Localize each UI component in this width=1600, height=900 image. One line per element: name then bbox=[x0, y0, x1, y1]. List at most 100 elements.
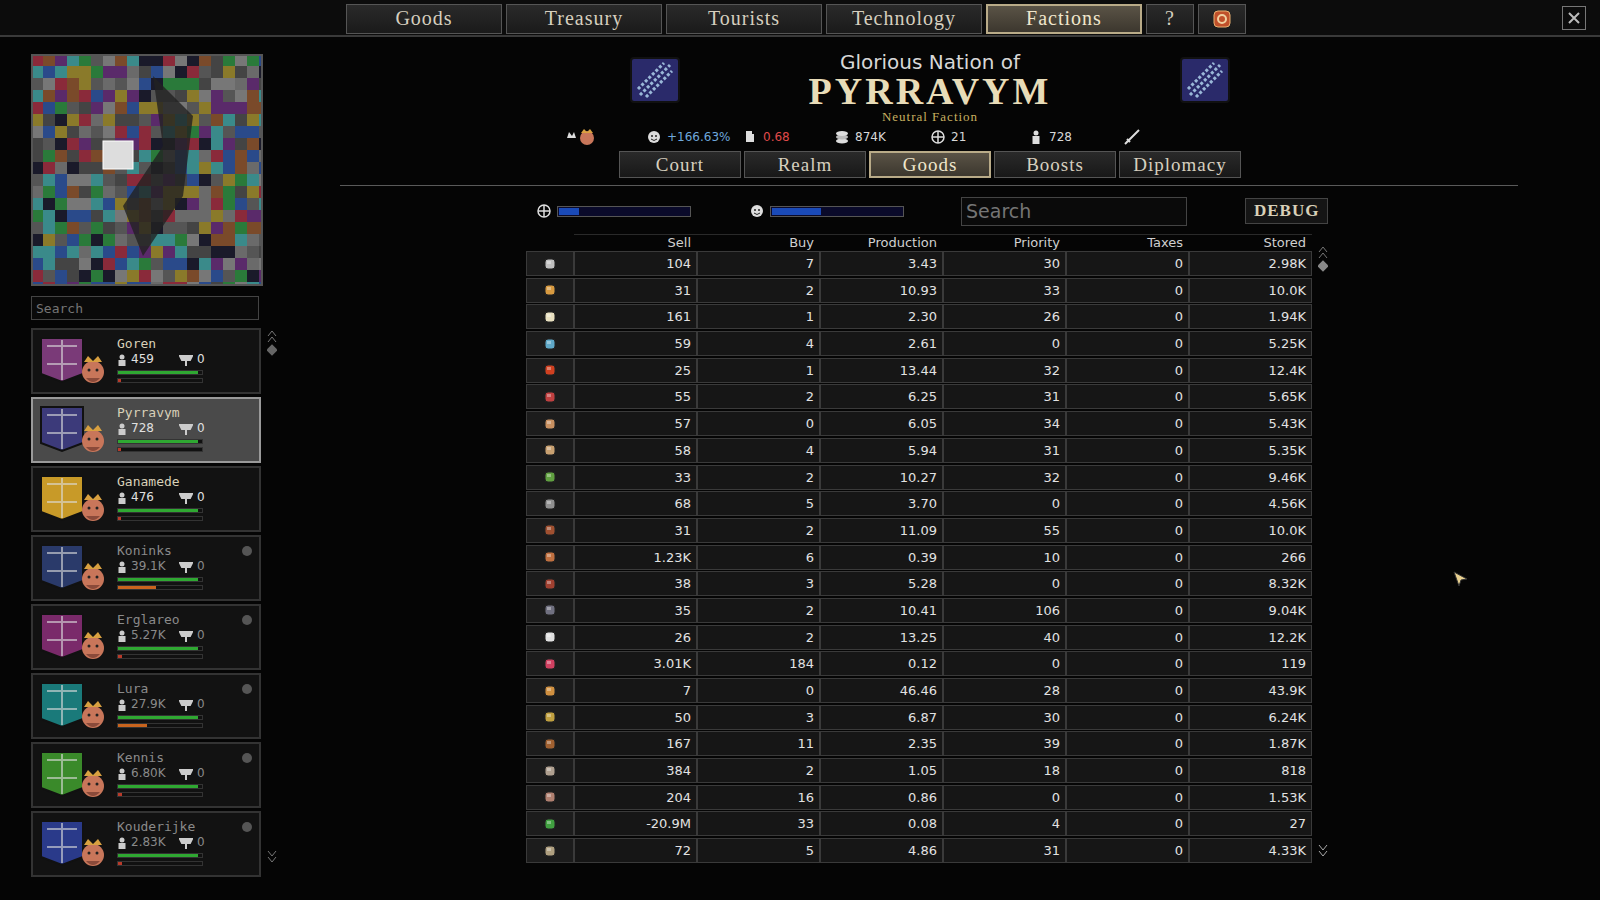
debug-label[interactable]: DEBUG bbox=[1254, 201, 1319, 221]
tab-label[interactable]: Tourists bbox=[708, 7, 780, 30]
column-header[interactable]: Taxes bbox=[1066, 234, 1189, 249]
table-row[interactable]: 5036.873006.24K bbox=[526, 705, 1312, 730]
count: 0 bbox=[197, 766, 205, 781]
table-row[interactable]: 6853.70004.56K bbox=[526, 491, 1312, 516]
flag-icon bbox=[179, 699, 193, 711]
sub-tab-label[interactable]: Court bbox=[656, 154, 704, 176]
good-cell bbox=[526, 625, 574, 650]
table-cell: 10.0K bbox=[1189, 278, 1312, 303]
table-cell: 2 bbox=[697, 758, 820, 783]
threat-bar bbox=[117, 516, 203, 521]
cell-value: 2 bbox=[806, 523, 814, 538]
table-row[interactable]: 35210.4110609.04K bbox=[526, 598, 1312, 623]
table-row[interactable]: 31211.0955010.0K bbox=[526, 518, 1312, 543]
table-row[interactable]: 204160.86001.53K bbox=[526, 785, 1312, 810]
cell-value: 0 bbox=[1175, 523, 1183, 538]
good-icon bbox=[542, 629, 558, 645]
good-cell bbox=[526, 465, 574, 490]
cell-value: 7 bbox=[806, 256, 814, 271]
top-tab[interactable]: ? bbox=[1146, 4, 1194, 34]
table-scrollbar[interactable] bbox=[1318, 244, 1328, 858]
table-row[interactable]: 5706.053405.43K bbox=[526, 411, 1312, 436]
list-scrollbar[interactable] bbox=[267, 328, 277, 864]
table-row[interactable]: 25113.4432012.4K bbox=[526, 358, 1312, 383]
goods-search[interactable] bbox=[961, 197, 1187, 226]
sub-tab[interactable]: Boosts bbox=[994, 151, 1116, 178]
table-cell: 32 bbox=[943, 358, 1066, 383]
sub-tab[interactable]: Goods bbox=[869, 151, 991, 178]
table-cell: 12.4K bbox=[1189, 358, 1312, 383]
sub-tab-label[interactable]: Realm bbox=[778, 154, 833, 176]
table-row[interactable]: 3.01K1840.1200119 bbox=[526, 651, 1312, 676]
tab-label[interactable]: Technology bbox=[852, 7, 956, 30]
faction-banner-icon bbox=[1180, 57, 1230, 105]
table-row[interactable]: 31210.9333010.0K bbox=[526, 278, 1312, 303]
table-row[interactable]: -20.9M330.084027 bbox=[526, 811, 1312, 836]
table-cell: 33 bbox=[697, 811, 820, 836]
column-header[interactable]: Production bbox=[820, 234, 943, 249]
table-row[interactable]: 167112.353901.87K bbox=[526, 731, 1312, 756]
banner-icon bbox=[39, 612, 85, 660]
close-button[interactable] bbox=[1562, 6, 1586, 30]
sub-tab-label[interactable]: Boosts bbox=[1026, 154, 1084, 176]
top-tab[interactable]: Tourists bbox=[666, 4, 822, 34]
count: 0 bbox=[197, 352, 205, 367]
top-tab[interactable]: Treasury bbox=[506, 4, 662, 34]
emblem-button[interactable] bbox=[1198, 4, 1246, 34]
loyalty-fill bbox=[118, 854, 198, 857]
table-cell: 32 bbox=[943, 465, 1066, 490]
cell-value: 9.46K bbox=[1269, 470, 1306, 485]
faction-item[interactable]: Ganamede4760 bbox=[31, 466, 261, 532]
column-header[interactable]: Sell bbox=[574, 234, 697, 249]
sub-tab[interactable]: Diplomacy bbox=[1119, 151, 1241, 178]
faction-header: Glorious Nation ofPYRRAVYMNeutral Factio… bbox=[340, 51, 1520, 125]
column-header[interactable]: Buy bbox=[697, 234, 820, 249]
sidebar-search[interactable] bbox=[31, 296, 259, 320]
table-row[interactable]: 5526.253105.65K bbox=[526, 384, 1312, 409]
table-row[interactable]: 5845.943105.35K bbox=[526, 438, 1312, 463]
top-tab[interactable]: Goods bbox=[346, 4, 502, 34]
table-row[interactable]: 5942.61005.25K bbox=[526, 331, 1312, 356]
table-row[interactable]: 26213.2540012.2K bbox=[526, 625, 1312, 650]
tab-label[interactable]: ? bbox=[1165, 7, 1175, 30]
scroll-up-icon bbox=[267, 328, 277, 358]
good-cell bbox=[526, 491, 574, 516]
faction-item[interactable]: Kouderijke2.83K0 bbox=[31, 811, 261, 877]
slider-track[interactable] bbox=[557, 206, 691, 217]
tab-label[interactable]: Factions bbox=[1026, 7, 1102, 30]
faction-item[interactable]: Erglareo5.27K0 bbox=[31, 604, 261, 670]
table-row[interactable]: 38421.05180818 bbox=[526, 758, 1312, 783]
top-tab[interactable]: Factions bbox=[986, 4, 1142, 34]
population: 728 bbox=[131, 421, 175, 436]
slider-track[interactable] bbox=[770, 206, 904, 217]
cell-value: 184 bbox=[789, 656, 814, 671]
sub-tab-label[interactable]: Goods bbox=[903, 154, 958, 176]
faction-item[interactable]: Koninks39.1K0 bbox=[31, 535, 261, 601]
cell-value: 266 bbox=[1281, 550, 1306, 565]
table-row[interactable]: 33210.273209.46K bbox=[526, 465, 1312, 490]
scroll-up-icon bbox=[1318, 244, 1328, 274]
sub-tab[interactable]: Court bbox=[619, 151, 741, 178]
faction-item[interactable]: Pyrravym7280 bbox=[31, 397, 261, 463]
debug-button[interactable]: DEBUG bbox=[1245, 198, 1328, 224]
faction-item[interactable]: Kennis6.80K0 bbox=[31, 742, 261, 808]
table-row[interactable]: 7046.4628043.9K bbox=[526, 678, 1312, 703]
tab-label[interactable]: Goods bbox=[395, 7, 452, 30]
column-header[interactable]: Priority bbox=[943, 234, 1066, 249]
top-tab[interactable]: Technology bbox=[826, 4, 982, 34]
title-prefix: Glorious Nation of bbox=[840, 51, 1020, 73]
table-row[interactable]: 10473.433002.98K bbox=[526, 251, 1312, 276]
table-row[interactable]: 7254.863104.33K bbox=[526, 838, 1312, 863]
minimap[interactable] bbox=[31, 54, 263, 286]
faction-item[interactable]: Lura27.9K0 bbox=[31, 673, 261, 739]
table-row[interactable]: 3835.28008.32K bbox=[526, 571, 1312, 596]
faction-name: Kennis bbox=[117, 750, 205, 766]
faction-item[interactable]: Goren4590 bbox=[31, 328, 261, 394]
sub-tab[interactable]: Realm bbox=[744, 151, 866, 178]
tab-label[interactable]: Treasury bbox=[545, 7, 623, 30]
table-row[interactable]: 1.23K60.39100266 bbox=[526, 545, 1312, 570]
sub-tab-label[interactable]: Diplomacy bbox=[1133, 154, 1226, 176]
table-cell: 2 bbox=[697, 278, 820, 303]
column-header[interactable]: Stored bbox=[1189, 234, 1312, 249]
table-row[interactable]: 16112.302601.94K bbox=[526, 304, 1312, 329]
